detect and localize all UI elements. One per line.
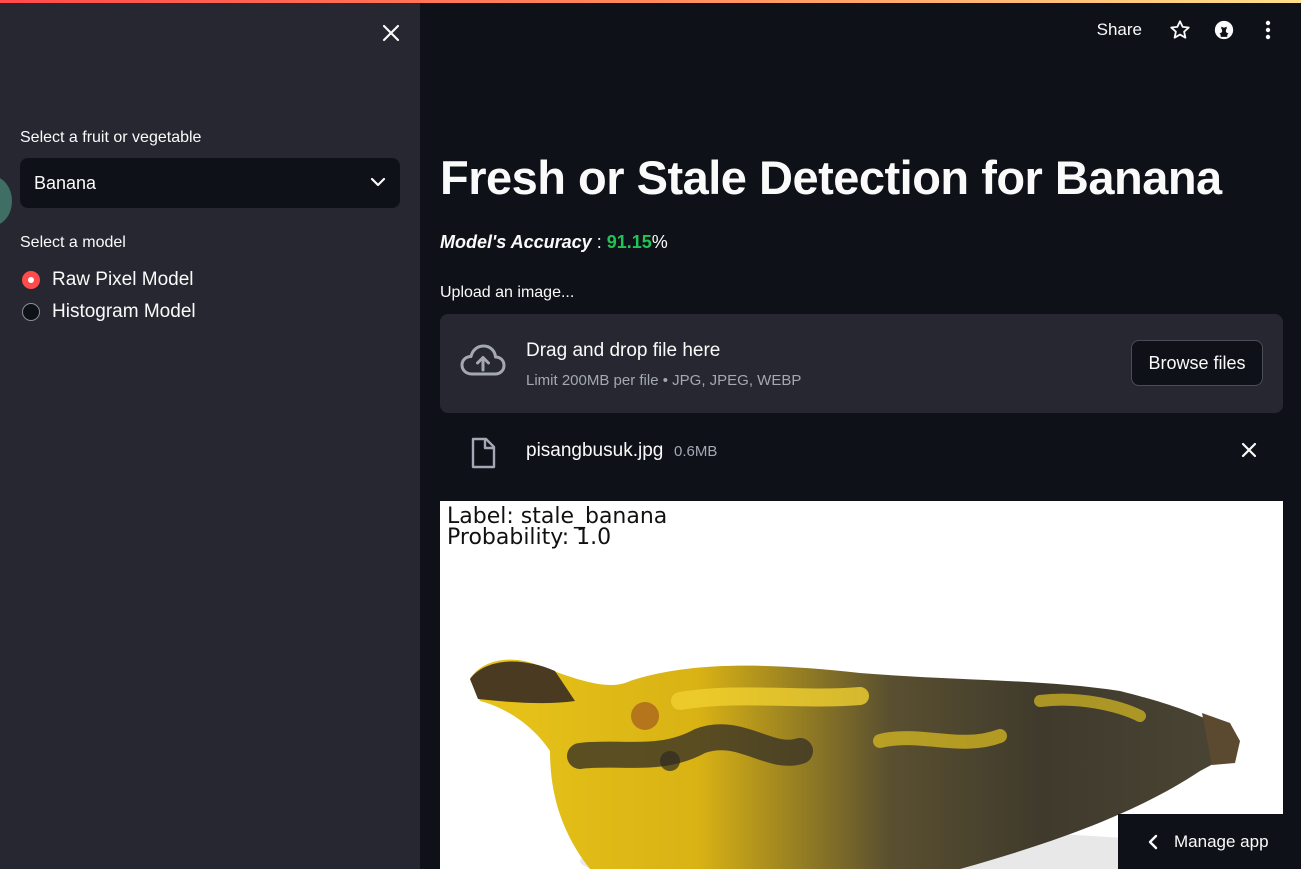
manage-app-button[interactable]: Manage app [1118,814,1301,869]
file-dropzone[interactable]: Drag and drop file here Limit 200MB per … [440,314,1283,413]
radio-unselected-icon [22,303,40,321]
page-title: Fresh or Stale Detection for Banana [440,151,1222,204]
github-icon[interactable] [1212,18,1236,42]
fruit-select-label: Select a fruit or vegetable [20,129,202,146]
model-select-label: Select a model [20,234,126,251]
radio-label: Histogram Model [52,301,196,322]
radio-label: Raw Pixel Model [52,269,194,290]
fruit-select[interactable]: Banana [20,158,400,208]
accuracy-separator: : [591,232,607,252]
radio-raw-pixel-model[interactable]: Raw Pixel Model [22,269,194,291]
sidebar-collapse-handle [0,176,12,226]
share-button[interactable]: Share [1097,20,1142,40]
cloud-upload-icon [460,344,506,383]
file-icon [470,437,496,474]
file-name: pisangbusuk.jpg [526,440,664,461]
chevron-left-icon [1148,834,1158,850]
accuracy-unit: % [651,232,668,252]
more-vertical-icon[interactable] [1256,18,1280,42]
manage-app-label: Manage app [1174,831,1269,851]
drag-drop-text: Drag and drop file here [526,340,721,361]
chevron-down-icon [370,174,386,192]
fruit-select-value: Banana [34,172,97,193]
close-sidebar-icon[interactable] [379,21,403,45]
star-icon[interactable] [1168,18,1192,42]
browse-files-button[interactable]: Browse files [1131,340,1263,386]
upload-label: Upload an image... [440,284,575,301]
sidebar: Select a fruit or vegetable Banana Selec… [0,0,420,869]
radio-selected-icon [22,271,40,289]
accuracy-value: 91.15 [606,232,652,252]
upload-limit-text: Limit 200MB per file • JPG, JPEG, WEBP [526,372,802,389]
remove-file-icon[interactable] [1239,440,1259,460]
header-toolbar: Share [1097,18,1286,42]
uploaded-file-row: pisangbusuk.jpg 0.6MB [440,432,1283,472]
model-accuracy: Model's Accuracy : 91.15% [440,232,668,253]
file-size: 0.6MB [674,443,718,460]
top-decoration-bar [0,0,1301,3]
radio-histogram-model[interactable]: Histogram Model [22,301,196,323]
accuracy-label: Model's Accuracy [440,232,592,252]
